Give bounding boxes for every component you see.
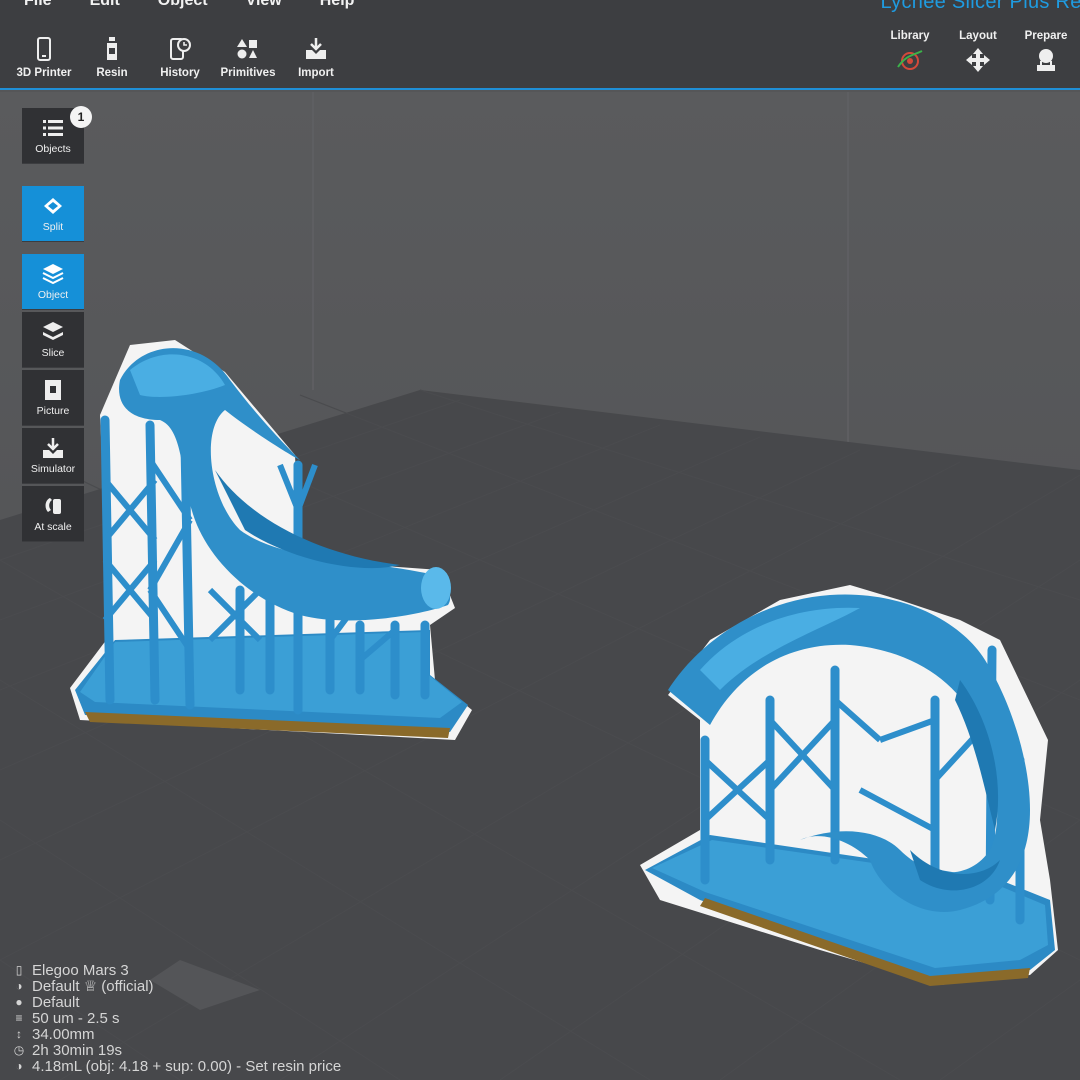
menu-edit[interactable]: Edit [66,0,120,16]
3d-printer-button[interactable]: 3D Printer [10,36,78,86]
tab-simulator[interactable]: Simulator [22,428,84,484]
main-toolbar: 3D Printer Resin History Primitives Impo… [10,36,350,86]
history-label: History [160,67,200,79]
picture-icon [45,379,61,400]
clock-icon: ◷ [13,1043,25,1057]
layer-info: ≡ 50 um - 2.5 s [12,1009,341,1027]
print-time: 2h 30min 19s [32,1041,123,1059]
object-label: Object [37,288,69,301]
import-label: Import [298,67,334,79]
menu-help[interactable]: Help [296,0,355,16]
color-profile: Default [32,993,80,1011]
palette-icon: ● [15,995,23,1009]
tab-object[interactable]: Object [22,254,84,310]
resin-button[interactable]: Resin [78,36,146,86]
picture-label: Picture [36,404,70,417]
history-icon [170,38,191,60]
menu-bar: File Edit Object View Help [0,0,368,16]
printer-name: Elegoo Mars 3 [32,961,129,979]
tab-at-scale[interactable]: At scale [22,486,84,542]
height-arrows-icon: ↕ [16,1027,22,1041]
prepare-icon [1037,49,1055,71]
layers-lines-icon: ≡ [15,1011,23,1025]
library-label: Library [890,30,930,42]
layers-icon [42,263,64,284]
move-arrows-icon [966,48,990,72]
slice-layers-icon [43,321,63,340]
simulator-label: Simulator [30,462,76,475]
menu-object[interactable]: Object [134,0,208,16]
printer-info[interactable]: ▯ Elegoo Mars 3 [12,961,341,979]
time-info: ◷ 2h 30min 19s [12,1041,341,1059]
model-height: 34.00mm [32,1025,95,1043]
workflow-tabs: Library Layout Prepare [876,30,1080,73]
import-icon [306,38,326,59]
objects-label: Objects [35,142,71,155]
history-button[interactable]: History [146,36,214,86]
split-icon [44,197,62,214]
drop-icon: ◑ [15,979,23,993]
slice-label: Slice [41,346,65,359]
color-profile-info[interactable]: ● Default [12,993,341,1011]
resin-profile: Default ♕ (official) [32,978,154,995]
tab-slice[interactable]: Slice [22,312,84,368]
at-scale-icon [45,497,61,514]
app-title: Lychee Slicer Plus Res [880,0,1080,13]
library-icon [897,50,923,70]
phone-printer-icon [37,37,51,61]
import-button[interactable]: Import [282,36,350,86]
resin-label: Resin [96,67,128,79]
layer-settings: 50 um - 2.5 s [32,1009,120,1027]
menu-file[interactable]: File [0,0,52,16]
primitives-icon [237,39,257,59]
split-label: Split [42,220,64,233]
tab-prepare[interactable]: Prepare [1012,30,1080,73]
phone-icon: ▯ [15,963,23,977]
lychee-slicer-window: File Edit Object View Help Lychee Slicer… [0,0,1080,1080]
menu-view[interactable]: View [222,0,282,16]
print-info-panel: ▯ Elegoo Mars 3 ◑ Default ♕ (official) ●… [12,961,342,1075]
list-icon [43,119,63,136]
primitives-label: Primitives [220,67,276,79]
resin-volume: 4.18mL (obj: 4.18 + sup: 0.00) - Set res… [32,1057,342,1075]
at-scale-label: At scale [34,520,72,533]
top-toolbar: File Edit Object View Help Lychee Slicer… [0,0,1080,90]
volume-info[interactable]: ◑ 4.18mL (obj: 4.18 + sup: 0.00) - Set r… [12,1057,342,1075]
tab-picture[interactable]: Picture [22,370,84,426]
3d-viewport[interactable] [0,92,1080,1080]
resin-bottle-icon [107,37,117,60]
3d-printer-label: 3D Printer [16,67,72,79]
split-button[interactable]: Split [22,186,84,242]
resin-drop-icon: ◑ [15,1059,23,1073]
objects-button[interactable]: Objects 1 [22,106,92,164]
tab-layout[interactable]: Layout [944,30,1012,73]
objects-count-badge: 1 [70,106,92,128]
tab-library[interactable]: Library [876,30,944,73]
simulator-icon [43,437,63,458]
resin-profile-info[interactable]: ◑ Default ♕ (official) [12,978,341,995]
scene-canvas [0,92,1080,1080]
height-info: ↕ 34.00mm [12,1025,341,1043]
layout-label: Layout [959,30,997,42]
primitives-button[interactable]: Primitives [214,36,282,86]
prepare-label: Prepare [1024,30,1068,42]
